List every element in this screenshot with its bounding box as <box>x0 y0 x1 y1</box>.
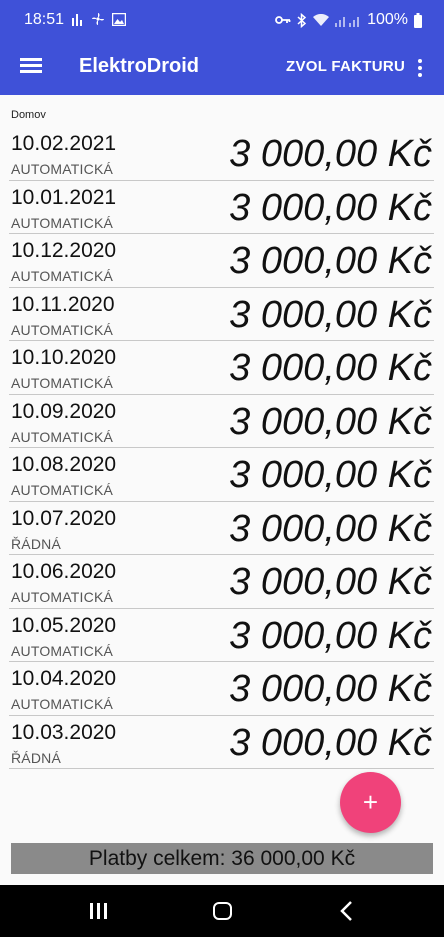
invoice-row[interactable]: 10.01.2021 AUTOMATICKÁ 3 000,00 Kč <box>9 181 434 234</box>
invoice-amount: 3 000,00 Kč <box>229 507 432 550</box>
invoice-type: AUTOMATICKÁ <box>11 161 114 177</box>
invoice-type: AUTOMATICKÁ <box>11 375 114 391</box>
invoice-amount: 3 000,00 Kč <box>229 186 432 229</box>
battery-percent: 100% <box>367 11 408 28</box>
invoice-type: ŘÁDNÁ <box>11 535 62 552</box>
invoice-date: 10.07.2020 <box>11 506 117 530</box>
invoice-row[interactable]: 10.08.2020 AUTOMATICKÁ 3 000,00 Kč <box>9 448 434 502</box>
invoice-date: 10.11.2020 <box>11 292 115 316</box>
battery-icon <box>414 12 422 28</box>
back-icon[interactable] <box>339 900 355 922</box>
invoice-type: AUTOMATICKÁ <box>11 482 114 498</box>
hamburger-menu-icon[interactable] <box>18 55 44 81</box>
add-invoice-button[interactable]: + <box>340 772 401 833</box>
fan-icon <box>92 13 104 25</box>
payments-total: Platby celkem: 36 000,00 Kč <box>11 843 433 874</box>
breadcrumb: Domov <box>11 109 46 121</box>
invoice-amount: 3 000,00 Kč <box>229 347 432 389</box>
invoice-row[interactable]: 10.09.2020 AUTOMATICKÁ 3 000,00 Kč <box>9 395 434 448</box>
invoice-amount: 3 000,00 Kč <box>229 400 432 443</box>
invoice-date: 10.06.2020 <box>11 560 117 583</box>
invoice-date: 10.12.2020 <box>11 239 117 262</box>
invoice-type: AUTOMATICKÁ <box>11 696 114 712</box>
invoice-date: 10.02.2021 <box>11 132 117 155</box>
status-bar: 18:51 100% <box>0 0 444 42</box>
invoice-type: ŘÁDNÁ <box>11 749 62 766</box>
home-icon[interactable] <box>213 902 232 920</box>
toolbar: ElektroDroid ZVOL FAKTURU <box>0 42 444 95</box>
overflow-menu-icon[interactable] <box>412 54 428 82</box>
invoice-amount: 3 000,00 Kč <box>229 561 432 603</box>
invoice-type: AUTOMATICKÁ <box>11 214 114 231</box>
invoice-type: AUTOMATICKÁ <box>11 589 114 605</box>
invoice-date: 10.10.2020 <box>11 346 117 369</box>
invoice-list: 10.02.2021 AUTOMATICKÁ 3 000,00 Kč 10.01.20… <box>9 127 434 769</box>
wifi-icon <box>313 13 330 26</box>
invoice-row[interactable]: 10.10.2020 AUTOMATICKÁ 3 000,00 Kč <box>9 341 434 395</box>
status-system-icons: 100% <box>275 11 422 29</box>
invoice-amount: 3 000,00 Kč <box>229 133 432 175</box>
invoice-date: 10.04.2020 <box>11 667 117 690</box>
invoice-date: 10.05.2020 <box>11 613 117 637</box>
invoice-date: 10.08.2020 <box>11 453 117 476</box>
invoice-row[interactable]: 10.11.2020 AUTOMATICKÁ 3 000,00 Kč <box>9 288 434 341</box>
invoice-amount: 3 000,00 Kč <box>229 614 432 657</box>
invoice-row[interactable]: 10.06.2020 AUTOMATICKÁ 3 000,00 Kč <box>9 555 434 609</box>
bluetooth-icon <box>297 12 307 28</box>
invoice-row[interactable]: 10.05.2020 AUTOMATICKÁ 3 000,00 Kč <box>9 609 434 662</box>
plus-icon: + <box>362 787 379 817</box>
key-icon <box>275 16 291 24</box>
invoice-row[interactable]: 10.03.2020 ŘÁDNÁ 3 000,00 Kč <box>9 716 434 769</box>
invoice-amount: 3 000,00 Kč <box>229 721 432 764</box>
image-icon <box>112 12 126 26</box>
invoice-amount: 3 000,00 Kč <box>229 668 432 710</box>
select-invoice-button[interactable]: ZVOL FAKTURU <box>286 58 405 75</box>
invoice-row[interactable]: 10.07.2020 ŘÁDNÁ 3 000,00 Kč <box>9 502 434 555</box>
invoice-row[interactable]: 10.12.2020 AUTOMATICKÁ 3 000,00 Kč <box>9 234 434 288</box>
invoice-type: AUTOMATICKÁ <box>11 642 114 659</box>
invoice-amount: 3 000,00 Kč <box>229 454 432 496</box>
invoice-type: AUTOMATICKÁ <box>11 321 114 338</box>
app-bar: 18:51 100% ElektroDroid ZVOL FAKTURU <box>0 0 444 95</box>
recents-icon[interactable] <box>90 903 107 919</box>
status-time: 18:51 <box>24 11 65 28</box>
status-notification-icons <box>72 12 126 26</box>
invoice-type: AUTOMATICKÁ <box>11 268 114 284</box>
invoice-row[interactable]: 10.02.2021 AUTOMATICKÁ 3 000,00 Kč <box>9 127 434 181</box>
signal-stats-icon <box>72 14 82 26</box>
invoice-date: 10.03.2020 <box>11 720 117 744</box>
invoice-date: 10.01.2021 <box>11 185 117 209</box>
invoice-row[interactable]: 10.04.2020 AUTOMATICKÁ 3 000,00 Kč <box>9 662 434 716</box>
system-nav-bar <box>0 885 444 937</box>
invoice-type: AUTOMATICKÁ <box>11 428 114 445</box>
app-title: ElektroDroid <box>79 55 200 77</box>
invoice-amount: 3 000,00 Kč <box>229 240 432 282</box>
invoice-date: 10.09.2020 <box>11 399 117 423</box>
invoice-amount: 3 000,00 Kč <box>229 293 432 336</box>
cell-signal-icon <box>335 16 360 27</box>
